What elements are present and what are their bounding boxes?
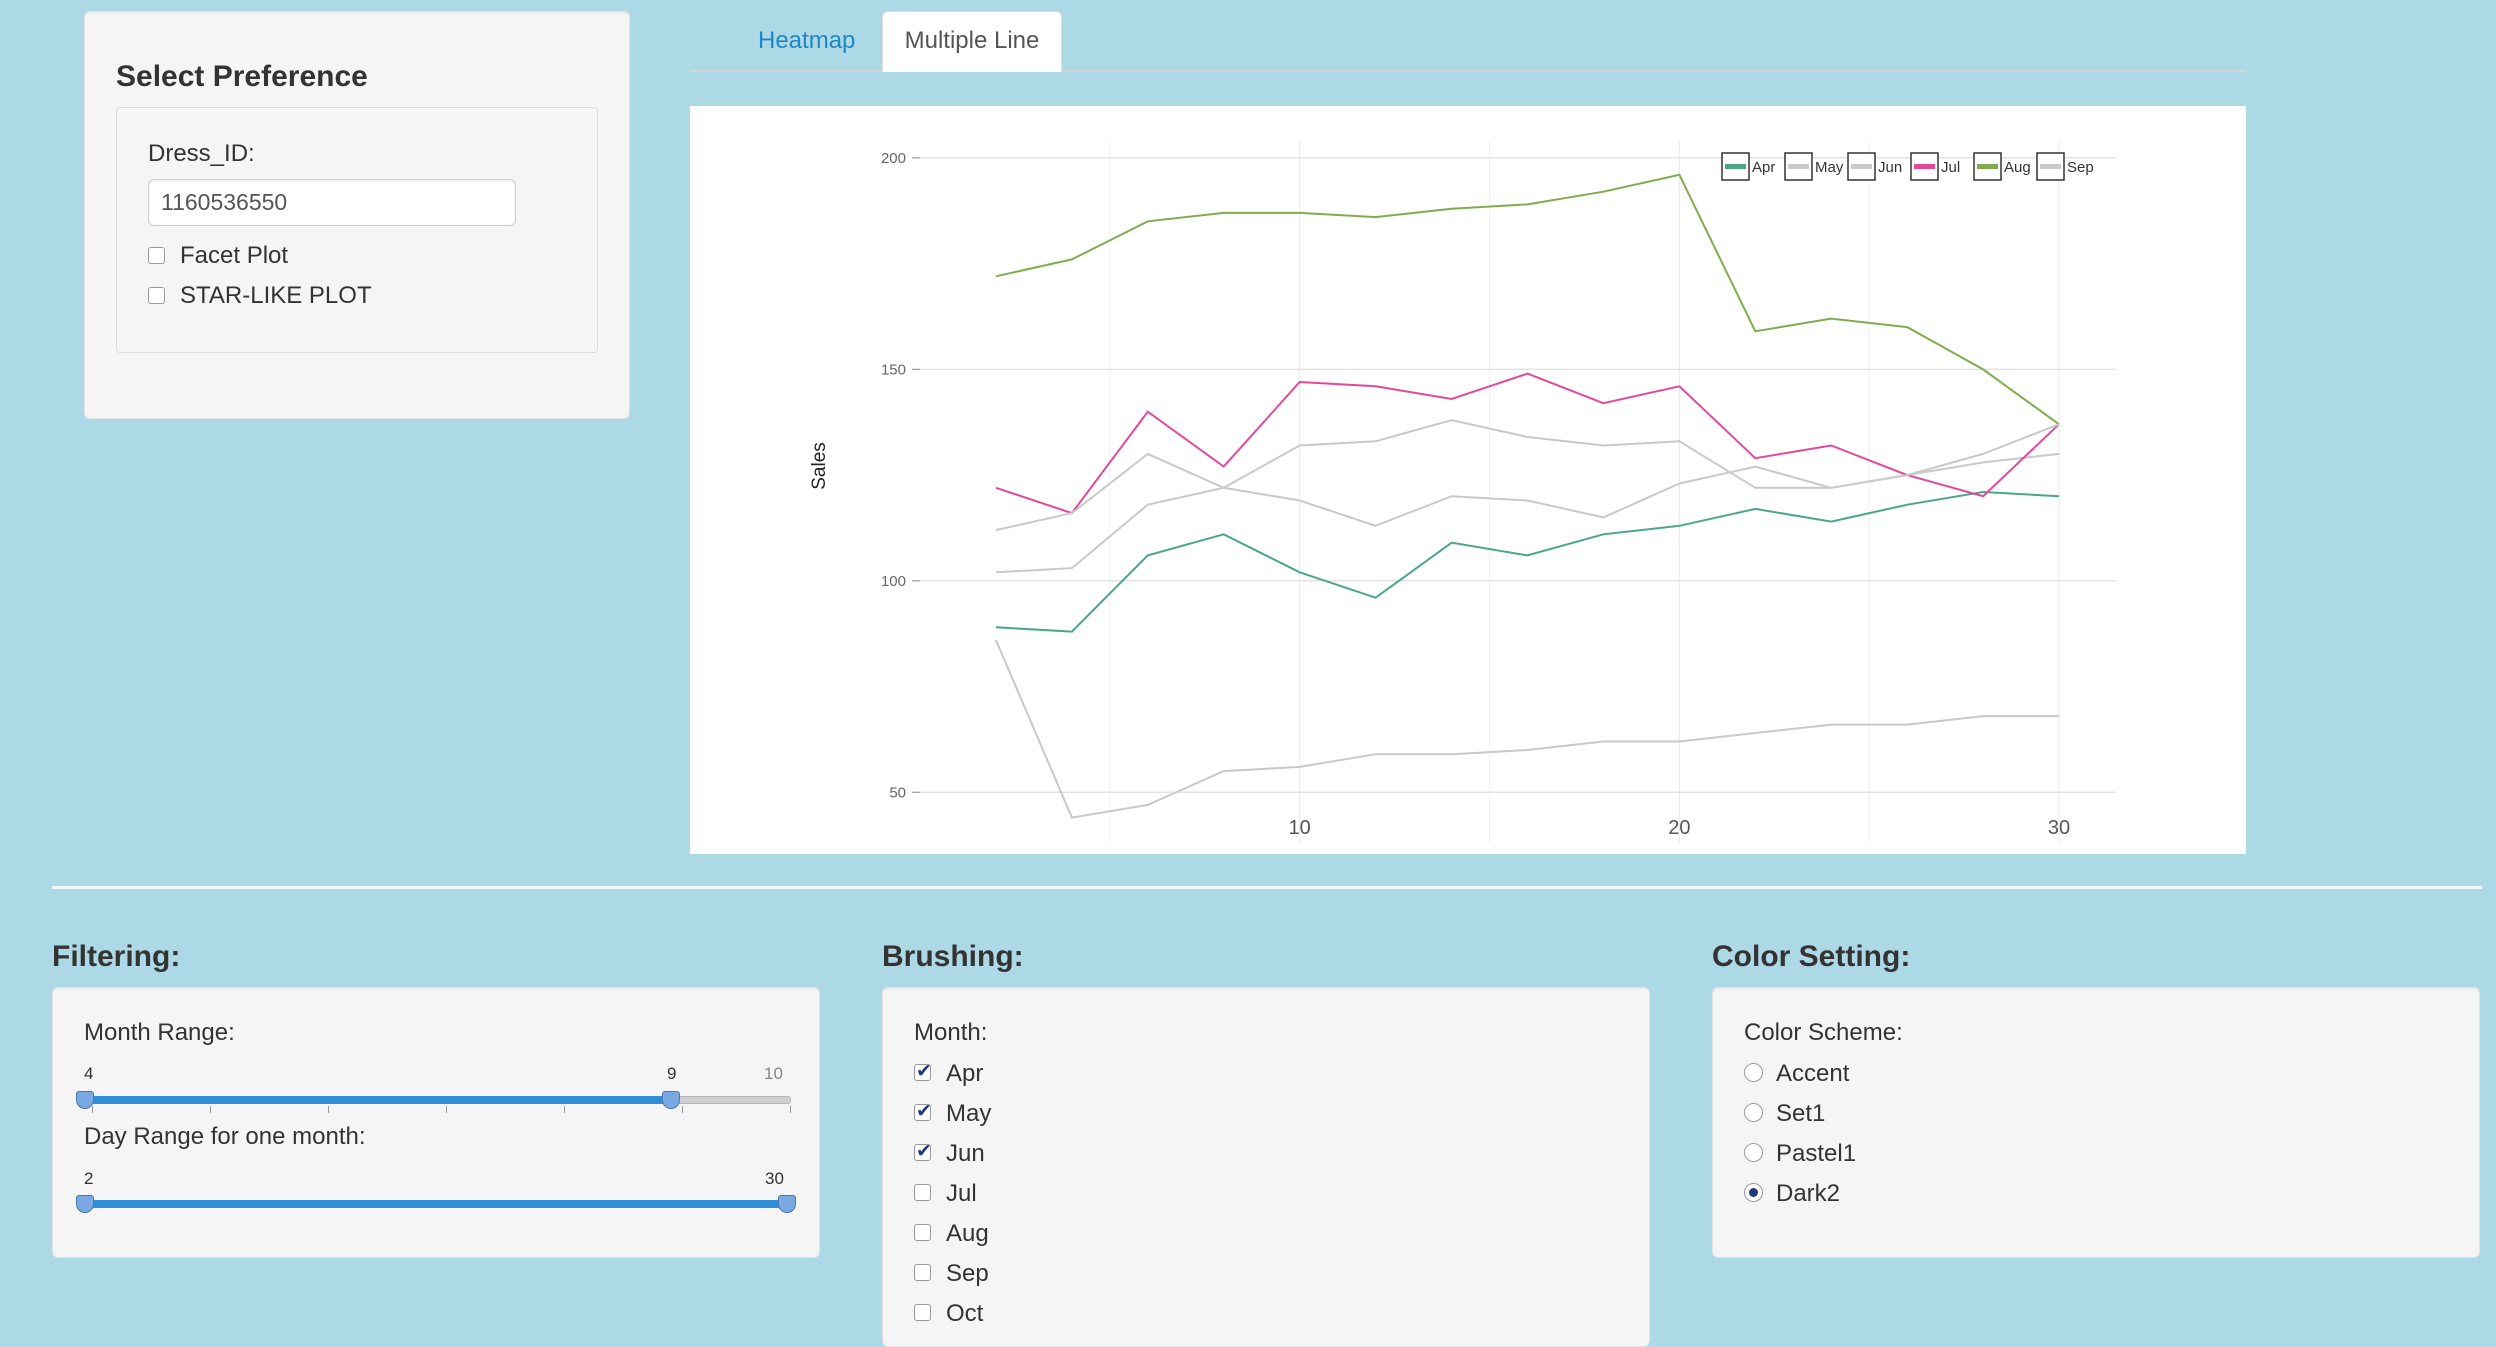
y-tick-label: 200 (881, 150, 906, 167)
month-range-tick (790, 1106, 791, 1113)
day-range-min-value: 2 (84, 1169, 94, 1188)
month-range-tick (92, 1106, 93, 1113)
month-label-sep: Sep (946, 1260, 989, 1287)
month-range-tick (328, 1106, 329, 1113)
day-range-max-handle[interactable] (778, 1195, 796, 1213)
day-range-selected-bar (85, 1200, 790, 1208)
day-range-label: Day Range for one month: (84, 1123, 366, 1150)
color-scheme-radio-set1[interactable] (1744, 1103, 1763, 1122)
tab-multiple-line[interactable]: Multiple Line (882, 11, 1062, 72)
legend-label: Sep (2067, 159, 2094, 176)
month-checkbox-oct[interactable] (914, 1304, 931, 1321)
month-range-label: Month Range: (84, 1019, 235, 1046)
color-scheme-radio-dark2[interactable] (1744, 1183, 1763, 1202)
month-checkbox-may[interactable] (914, 1100, 932, 1122)
y-tick-label: 100 (881, 573, 906, 590)
filtering-title: Filtering: (52, 940, 181, 973)
star-plot-checkbox[interactable] (148, 287, 165, 304)
tab-bar: Heatmap Multiple Line (690, 0, 2246, 72)
star-plot-label: STAR-LIKE PLOT (180, 282, 372, 309)
color-scheme-radio-pastel1[interactable] (1744, 1143, 1763, 1162)
month-range-min-value: 4 (84, 1064, 94, 1083)
legend-label: Aug (2004, 159, 2031, 176)
panel-title: Select Preference (116, 60, 368, 93)
legend-label: Jun (1878, 159, 1902, 176)
series-line-may (994, 639, 2059, 819)
day-range-min-handle[interactable] (76, 1195, 94, 1213)
x-tick-label: 30 (2048, 817, 2070, 839)
tab-heatmap[interactable]: Heatmap (758, 27, 855, 55)
color-scheme-label-set1: Set1 (1776, 1100, 1826, 1127)
color-scheme-radio-accent[interactable] (1744, 1063, 1763, 1082)
month-checkbox-group-label: Month: (914, 1019, 988, 1046)
month-checkbox-apr[interactable] (914, 1060, 932, 1082)
month-checkbox-jul[interactable] (914, 1184, 931, 1201)
month-checkbox-aug[interactable] (914, 1224, 931, 1241)
select-preference-panel: Select Preference Dress_ID: Facet Plot S… (84, 11, 630, 419)
month-range-selected-bar (85, 1096, 670, 1104)
dress-options-box: Dress_ID: Facet Plot STAR-LIKE PLOT (116, 107, 598, 353)
brushing-title: Brushing: (882, 940, 1024, 973)
sales-line-chart: 50 100 150 200 10 20 30 Sales Apr May Jun Jul Aug Sep (809, 141, 2116, 843)
color-scheme-label-pastel1: Pastel1 (1776, 1140, 1857, 1167)
y-axis-label: Sales (809, 442, 830, 490)
month-range-max-handle[interactable] (662, 1091, 680, 1109)
legend-label: Apr (1752, 159, 1775, 176)
facet-plot-checkbox[interactable] (148, 247, 165, 264)
month-label-aug: Aug (946, 1220, 989, 1247)
series-line-apr (995, 490, 2060, 633)
month-range-min-handle[interactable] (76, 1091, 94, 1109)
series-line-jul (995, 372, 2060, 515)
month-range-tick (682, 1106, 683, 1113)
section-divider (52, 886, 2482, 889)
brushing-panel: Month: Apr May Jun Jul Aug Sep Oct (882, 987, 1650, 1347)
series-line-sep (995, 419, 2060, 532)
legend-label: Jul (1941, 159, 1960, 176)
color-scheme-label: Color Scheme: (1744, 1019, 1903, 1046)
y-tick-label: 50 (889, 784, 906, 801)
month-range-grid-max: 10 (764, 1064, 783, 1083)
legend-label: May (1815, 159, 1844, 176)
dress-id-label: Dress_ID: (148, 140, 255, 167)
chart-container: 50 100 150 200 10 20 30 Sales Apr May Jun Jul Aug Sep (690, 106, 2246, 854)
month-checkbox-jun[interactable] (914, 1140, 932, 1162)
color-setting-title: Color Setting: (1712, 940, 1911, 973)
month-label-jun: Jun (946, 1140, 985, 1167)
dress-id-input[interactable] (148, 179, 516, 226)
color-scheme-label-accent: Accent (1776, 1060, 1850, 1087)
month-label-apr: Apr (946, 1060, 984, 1087)
series-line-aug (995, 173, 2060, 426)
x-tick-label: 10 (1289, 817, 1311, 839)
month-label-oct: Oct (946, 1300, 984, 1327)
month-range-tick (210, 1106, 211, 1113)
month-label-may: May (946, 1100, 992, 1127)
month-label-jul: Jul (946, 1180, 977, 1207)
y-tick-label: 150 (881, 361, 906, 378)
month-range-max-value: 9 (667, 1064, 677, 1083)
tab-multiple-line-label: Multiple Line (904, 27, 1040, 54)
color-scheme-label-dark2: Dark2 (1776, 1180, 1841, 1207)
month-checkbox-sep[interactable] (914, 1264, 931, 1281)
month-range-tick (446, 1106, 447, 1113)
day-range-max-value: 30 (765, 1169, 784, 1188)
filtering-panel: Month Range: 4 9 10 Day Range for one mo… (52, 987, 820, 1258)
x-tick-label: 20 (1668, 817, 1690, 839)
month-range-tick (564, 1106, 565, 1113)
facet-plot-label: Facet Plot (180, 242, 289, 269)
color-setting-panel: Color Scheme: Accent Set1 Pastel1 Dark2 (1712, 987, 2480, 1258)
